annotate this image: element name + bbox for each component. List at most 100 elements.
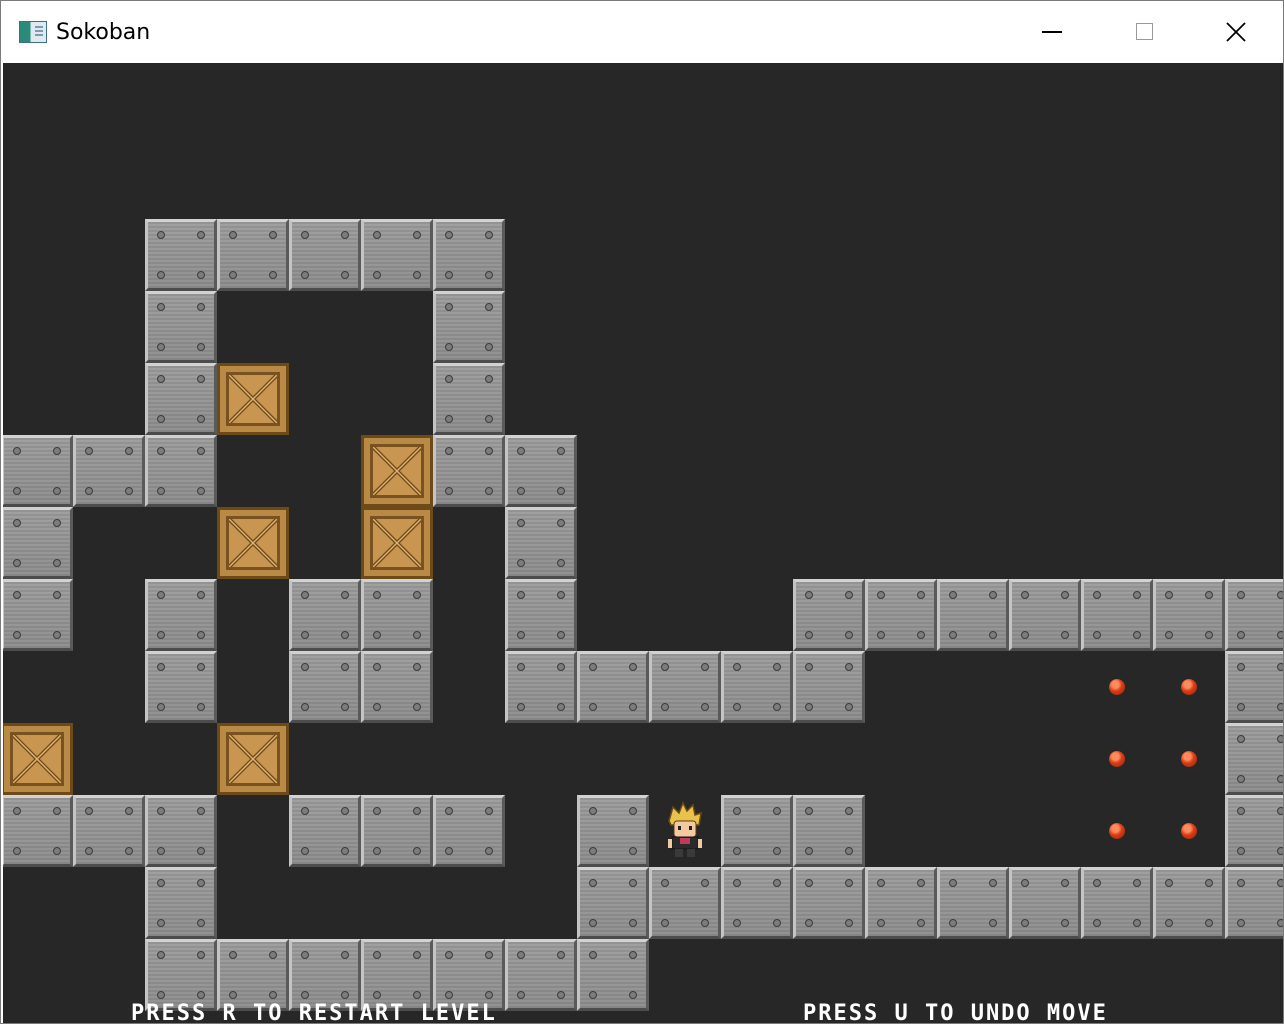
- wall-tile: [1225, 795, 1283, 867]
- rivet-icon: [125, 847, 133, 855]
- rivet-icon: [1237, 919, 1245, 927]
- rivet-icon: [517, 559, 525, 567]
- wall-tile: [361, 579, 433, 651]
- rivet-icon: [517, 703, 525, 711]
- game-board[interactable]: PRESS R TO RESTART LEVEL PRESS U TO UNDO…: [3, 63, 1283, 1023]
- rivet-icon: [373, 847, 381, 855]
- wall-tile: [1081, 867, 1153, 939]
- rivet-icon: [661, 663, 669, 671]
- rivet-icon: [125, 447, 133, 455]
- rivet-icon: [773, 703, 781, 711]
- rivet-icon: [845, 703, 853, 711]
- wall-tile: [577, 939, 649, 1011]
- rivet-icon: [157, 271, 165, 279]
- rivet-icon: [301, 991, 309, 999]
- wall-tile: [433, 795, 505, 867]
- rivet-icon: [445, 375, 453, 383]
- rivet-icon: [877, 591, 885, 599]
- crate[interactable]: [217, 723, 289, 795]
- rivet-icon: [733, 663, 741, 671]
- rivet-icon: [413, 991, 421, 999]
- wall-tile: [1225, 723, 1283, 795]
- rivet-icon: [773, 807, 781, 815]
- rivet-icon: [373, 807, 381, 815]
- crate[interactable]: [361, 507, 433, 579]
- rivet-icon: [845, 879, 853, 887]
- title-bar[interactable]: Sokoban: [1, 1, 1283, 62]
- rivet-icon: [917, 631, 925, 639]
- rivet-icon: [1093, 591, 1101, 599]
- rivet-icon: [197, 343, 205, 351]
- rivet-icon: [805, 807, 813, 815]
- rivet-icon: [805, 847, 813, 855]
- rivet-icon: [125, 487, 133, 495]
- rivet-icon: [845, 807, 853, 815]
- rivet-icon: [589, 703, 597, 711]
- rivet-icon: [1093, 879, 1101, 887]
- wall-tile: [937, 579, 1009, 651]
- rivet-icon: [341, 591, 349, 599]
- rivet-icon: [989, 591, 997, 599]
- rivet-icon: [85, 807, 93, 815]
- rivet-icon: [877, 919, 885, 927]
- wall-tile: [289, 795, 361, 867]
- player-character-icon[interactable]: [649, 795, 721, 867]
- wall-tile: [649, 867, 721, 939]
- rivet-icon: [301, 847, 309, 855]
- rivet-icon: [373, 631, 381, 639]
- rivet-icon: [517, 591, 525, 599]
- wall-tile: [577, 795, 649, 867]
- wall-tile: [433, 291, 505, 363]
- app-window: Sokoban PRESS R TO RESTART LEVEL PRESS U…: [0, 0, 1284, 1024]
- rivet-icon: [13, 447, 21, 455]
- rivet-icon: [1237, 879, 1245, 887]
- wall-tile: [1153, 579, 1225, 651]
- minimize-button[interactable]: [1006, 1, 1098, 62]
- rivet-icon: [805, 663, 813, 671]
- rivet-icon: [413, 631, 421, 639]
- rivet-icon: [949, 591, 957, 599]
- rivet-icon: [877, 631, 885, 639]
- rivet-icon: [269, 231, 277, 239]
- rivet-icon: [373, 663, 381, 671]
- rivet-icon: [445, 847, 453, 855]
- rivet-icon: [157, 375, 165, 383]
- rivet-icon: [373, 703, 381, 711]
- rivet-icon: [445, 487, 453, 495]
- rivet-icon: [557, 591, 565, 599]
- rivet-icon: [845, 847, 853, 855]
- crate[interactable]: [361, 435, 433, 507]
- crate-icon: [226, 732, 280, 786]
- rivet-icon: [341, 631, 349, 639]
- rivet-icon: [85, 847, 93, 855]
- rivet-icon: [301, 631, 309, 639]
- rivet-icon: [157, 631, 165, 639]
- maximize-button[interactable]: [1098, 1, 1190, 62]
- rivet-icon: [1237, 631, 1245, 639]
- rivet-icon: [197, 703, 205, 711]
- rivet-icon: [1165, 631, 1173, 639]
- rivet-icon: [733, 879, 741, 887]
- rivet-icon: [13, 519, 21, 527]
- crate[interactable]: [3, 723, 73, 795]
- rivet-icon: [917, 919, 925, 927]
- crate[interactable]: [217, 507, 289, 579]
- rivet-icon: [157, 591, 165, 599]
- rivet-icon: [53, 591, 61, 599]
- rivet-icon: [917, 879, 925, 887]
- crate[interactable]: [217, 363, 289, 435]
- close-button[interactable]: [1190, 1, 1282, 62]
- goal-marker-icon: [1181, 751, 1197, 767]
- wall-tile: [505, 435, 577, 507]
- rivet-icon: [341, 951, 349, 959]
- wall-tile: [289, 579, 361, 651]
- rivet-icon: [301, 231, 309, 239]
- rivet-icon: [1133, 631, 1141, 639]
- rivet-icon: [805, 703, 813, 711]
- rivet-icon: [301, 591, 309, 599]
- rivet-icon: [445, 807, 453, 815]
- rivet-icon: [341, 703, 349, 711]
- rivet-icon: [557, 559, 565, 567]
- rivet-icon: [445, 231, 453, 239]
- rivet-icon: [373, 231, 381, 239]
